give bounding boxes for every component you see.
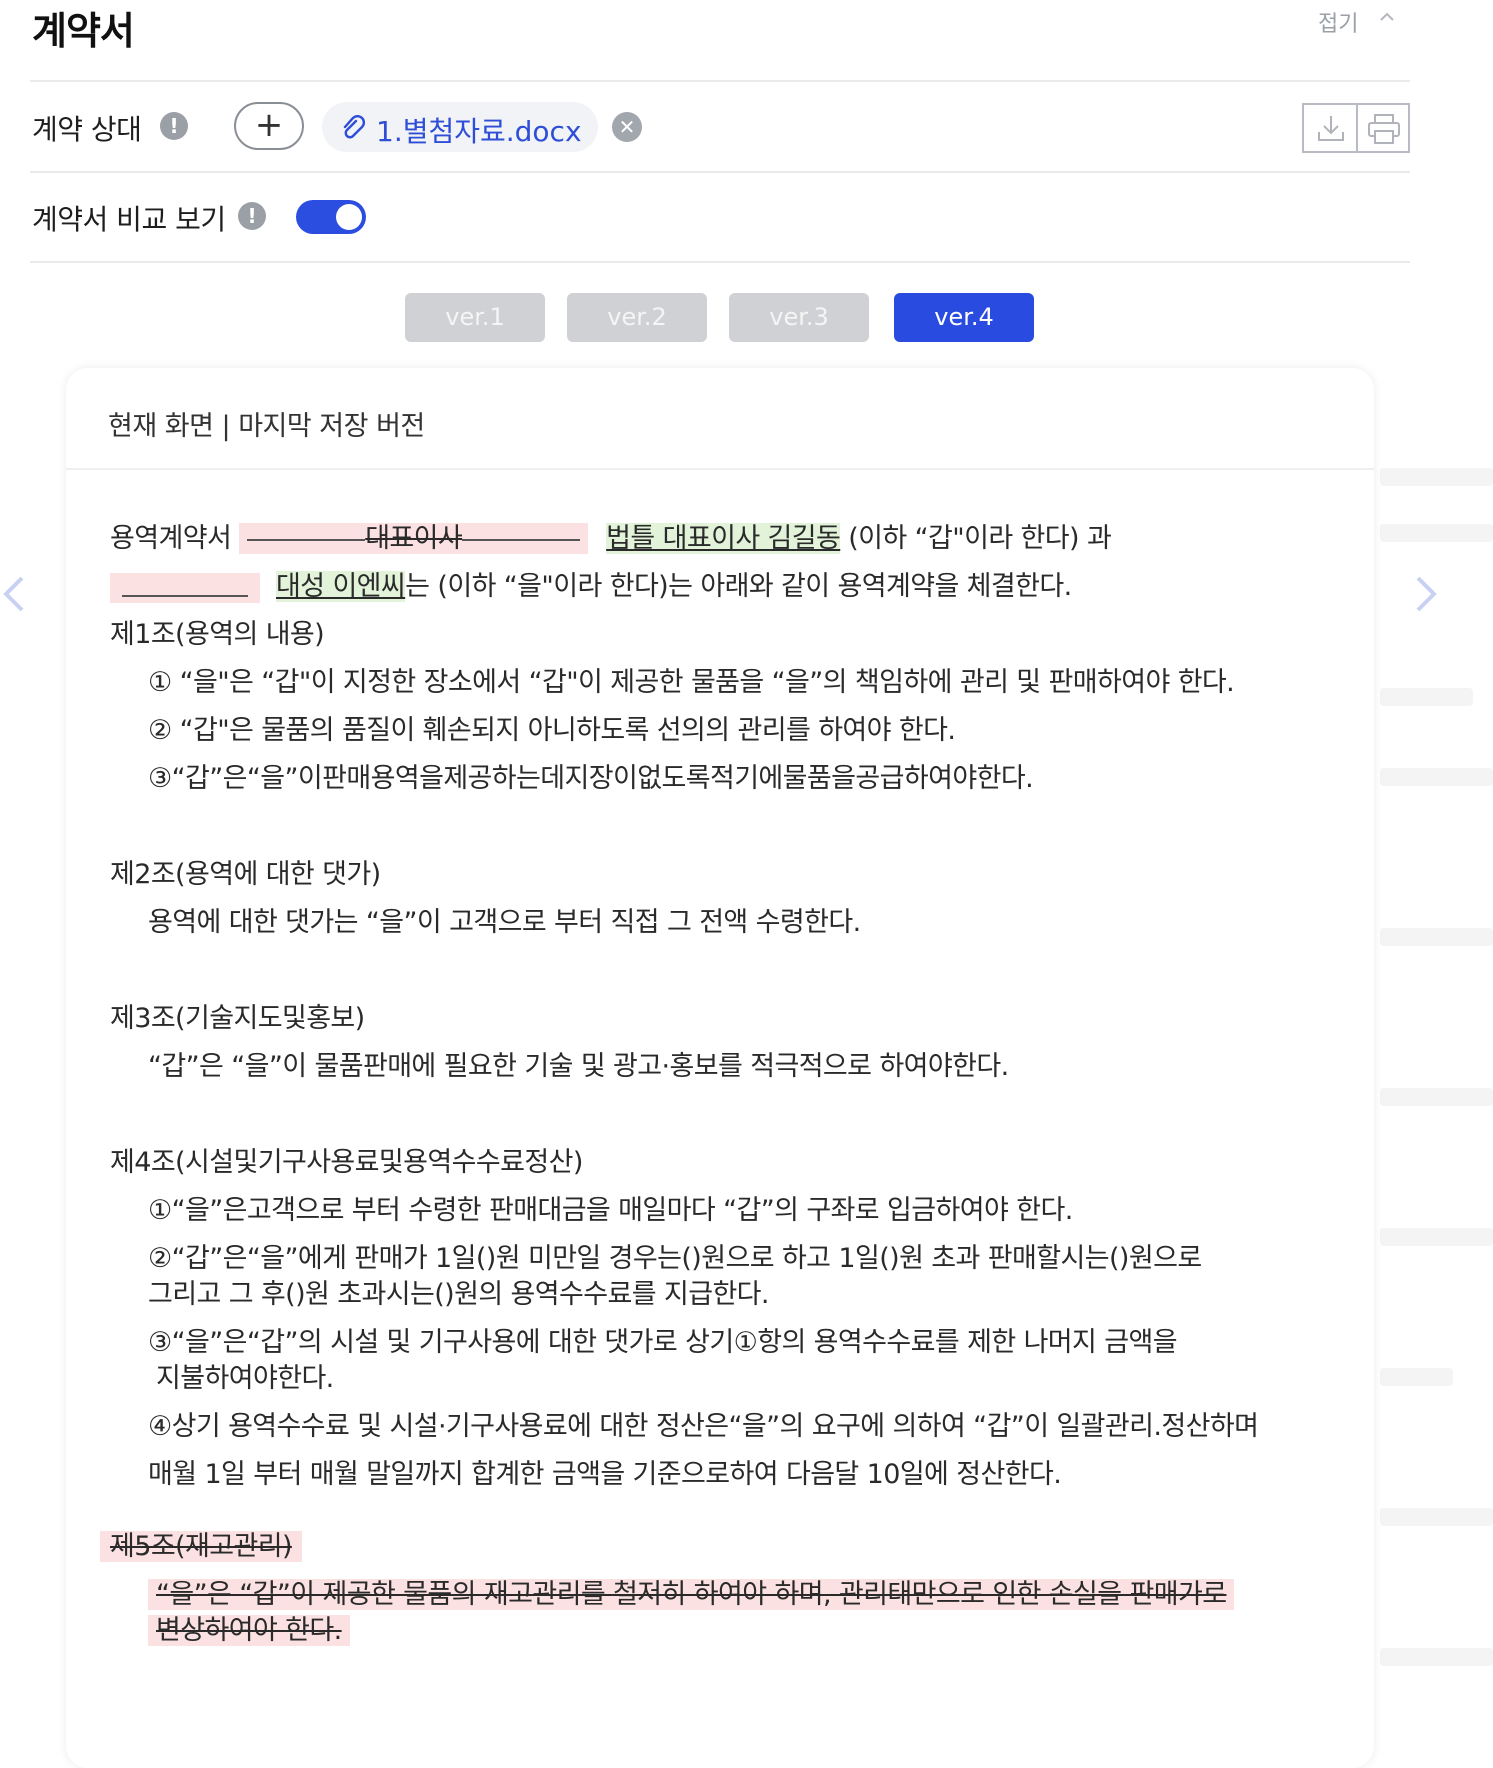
card-header: 현재 화면 | 마지막 저장 버전 — [108, 411, 425, 442]
ghost-line — [1380, 1648, 1493, 1666]
deleted-text: 대표이사 — [239, 523, 589, 554]
intro-line-2: 대성 이엔씨는 (이하 “을"이라 한다)는 아래와 같이 용역계약을 체결한다… — [110, 564, 1072, 603]
intro-suffix: (이하 “갑"이라 한다) 과 — [840, 523, 1112, 554]
ghost-line — [1380, 1228, 1493, 1246]
download-icon[interactable] — [1316, 112, 1346, 144]
ghost-line — [1380, 524, 1493, 542]
card-divider — [66, 468, 1374, 470]
print-icon[interactable] — [1366, 112, 1402, 146]
toolbar-divider — [1356, 105, 1358, 151]
ghost-line — [1380, 928, 1493, 946]
article-item: ① “을"은 “갑"이 지정한 장소에서 “갑"이 제공한 물품을 “을”의 책… — [148, 667, 1235, 698]
file-name[interactable]: 1.별첨자료.docx — [376, 110, 582, 150]
contract-card: 현재 화면 | 마지막 저장 버전 용역계약서 대표이사 법틀 대표이사 김길동… — [66, 368, 1374, 1768]
toggle-knob — [336, 204, 362, 230]
intro-line-1: 용역계약서 대표이사 법틀 대표이사 김길동 (이하 “갑"이라 한다) 과 — [110, 516, 1112, 555]
ghost-line — [1380, 688, 1473, 706]
inserted-text: 법틀 대표이사 김길동 — [606, 523, 841, 554]
article-item: “갑”은 “을”이 물품판매에 필요한 기술 및 광고·홍보를 적극적으로 하여… — [148, 1051, 1009, 1082]
deleted-text — [110, 572, 260, 603]
deleted-article-item: “을”은 “갑”이 제공한 물품의 재고관리를 철저히 하여야 하며, 관리태만… — [148, 1572, 1235, 1611]
deleted-article-item: 변상하여야 한다. — [148, 1608, 350, 1647]
article-item: ②“갑”은“을”에게 판매가 1일()원 미만일 경우는()원으로 하고 1일(… — [148, 1243, 1202, 1274]
article-item: 그리고 그 후()원 초과시는()원의 용역수수료를 지급한다. — [148, 1279, 770, 1310]
info-icon[interactable]: ! — [238, 202, 266, 230]
divider — [30, 171, 1410, 173]
ghost-line — [1380, 768, 1493, 786]
next-card-preview — [1380, 468, 1493, 1692]
inserted-text: 대성 이엔씨 — [275, 571, 406, 602]
article-title: 제1조(용역의 내용) — [110, 619, 325, 650]
tab-ver-2[interactable]: ver.2 — [567, 293, 707, 342]
article-item: ② “갑"은 물품의 품질이 훼손되지 아니하도록 선의의 관리를 하여야 한다… — [148, 715, 956, 746]
compare-label: 계약서 비교 보기 — [32, 203, 226, 236]
article-item: 매월 1일 부터 매월 말일까지 합계한 금액을 기준으로하여 다음달 10일에… — [148, 1459, 1062, 1490]
article-item: ③“갑”은“을”이판매용역을제공하는데지장이없도록적기에물품을공급하여야한다. — [148, 763, 1034, 794]
chevron-left-icon[interactable] — [0, 574, 28, 614]
fold-button[interactable]: 접기 — [1318, 6, 1358, 38]
article-title: 제3조(기술지도및홍보) — [110, 1003, 365, 1034]
tab-ver-4[interactable]: ver.4 — [894, 293, 1034, 342]
deleted-article-title: 제5조(재고관리) — [100, 1524, 302, 1563]
ghost-line — [1380, 1368, 1453, 1386]
remove-file-icon[interactable]: ✕ — [612, 112, 642, 142]
chevron-right-icon[interactable] — [1412, 574, 1440, 614]
divider — [30, 80, 1410, 82]
tab-ver-1[interactable]: ver.1 — [405, 293, 545, 342]
article-item: 용역에 대한 댓가는 “을”이 고객으로 부터 직접 그 전액 수령한다. — [148, 907, 861, 938]
toolbar — [1302, 103, 1410, 153]
paperclip-icon — [343, 115, 365, 139]
article-item: ③“을”은“갑”의 시설 및 기구사용에 대한 댓가로 상기①항의 용역수수료를… — [148, 1327, 1178, 1358]
ghost-line — [1380, 1088, 1493, 1106]
article-item: 지불하여야한다. — [156, 1363, 334, 1394]
page-title: 계약서 — [32, 9, 135, 53]
ghost-line — [1380, 468, 1493, 486]
article-title: 제2조(용역에 대한 댓가) — [110, 859, 381, 890]
divider — [30, 261, 1410, 263]
chevron-up-icon[interactable] — [1380, 10, 1394, 24]
compare-toggle[interactable] — [296, 200, 366, 234]
party-label: 계약 상대 — [32, 113, 142, 146]
article-item: ④상기 용역수수료 및 시설·기구사용료에 대한 정산은“을”의 요구에 의하여… — [148, 1411, 1259, 1442]
info-icon[interactable]: ! — [160, 112, 188, 140]
tab-ver-3[interactable]: ver.3 — [729, 293, 869, 342]
article-item: ①“을”은고객으로 부터 수령한 판매대금을 매일마다 “갑”의 구좌로 입금하… — [148, 1195, 1073, 1226]
article-title: 제4조(시설및기구사용료및용역수수료정산) — [110, 1147, 583, 1178]
ghost-line — [1380, 1508, 1493, 1526]
intro-suffix: 는 (이하 “을"이라 한다)는 아래와 같이 용역계약을 체결한다. — [405, 571, 1072, 602]
intro-prefix: 용역계약서 — [110, 523, 232, 554]
file-chip[interactable]: 1.별첨자료.docx — [322, 102, 598, 152]
add-party-button[interactable]: + — [234, 102, 304, 150]
